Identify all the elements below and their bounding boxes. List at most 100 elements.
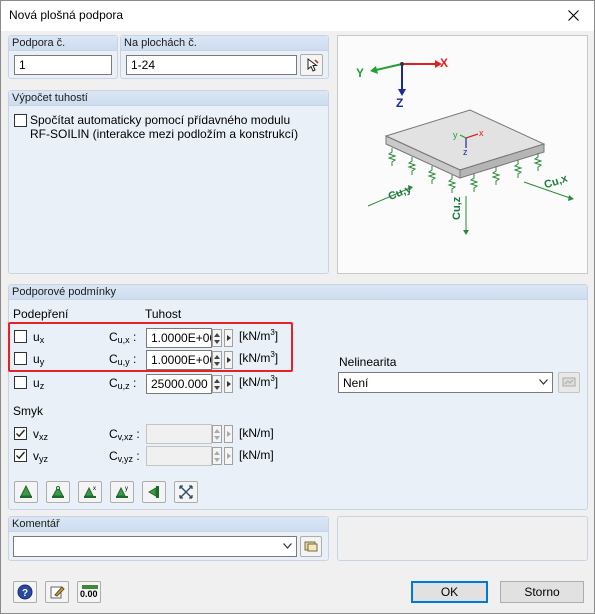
support-number-group: Podpora č. 1 — [8, 35, 118, 79]
cuz-arrow-button[interactable] — [224, 375, 233, 393]
title-bar: Nová plošná podpora — [1, 1, 594, 31]
cuz-stiffness-input[interactable]: 25000.000 — [146, 374, 212, 394]
uz-label: uz — [33, 376, 45, 391]
cvxz-stiffness-input[interactable] — [146, 424, 212, 444]
ux-label: ux — [33, 330, 45, 345]
hinged-support-icon — [52, 485, 64, 498]
free-support-icon — [179, 485, 193, 499]
decimal-places-text: 0.00 — [80, 589, 98, 599]
cux-spinner[interactable] — [212, 329, 222, 347]
stiffness-column-header: Tuhost — [145, 307, 182, 321]
cux-unit: [kN/m3] — [239, 328, 279, 343]
cvyz-spinner[interactable] — [212, 447, 222, 465]
uy-label: uy — [33, 352, 45, 367]
cvyz-stiffness-input[interactable] — [146, 446, 212, 466]
edit-nonlinearity-icon — [562, 377, 576, 387]
comment-input[interactable] — [13, 536, 297, 557]
cvxz-spinner[interactable] — [212, 425, 222, 443]
uz-checkbox[interactable] — [14, 376, 27, 389]
vyz-label: vyz — [33, 449, 48, 464]
window-title: Nová plošná podpora — [9, 8, 124, 22]
help-button[interactable]: ? — [13, 581, 37, 603]
fixed-support-preset-button[interactable] — [14, 481, 38, 503]
support-conditions-group: Podporové podmínky Podepření Tuhost ux C… — [8, 284, 588, 510]
local-y-label: y — [453, 130, 458, 140]
wall-support-preset-button[interactable] — [142, 481, 166, 503]
close-button[interactable] — [554, 1, 594, 31]
sliding-x-support-icon: x — [84, 486, 96, 498]
cvxz-unit: [kN/m] — [239, 426, 274, 440]
pointer-pick-icon — [307, 57, 319, 72]
comment-label: Komentář — [12, 518, 60, 530]
edit-pencil-icon — [50, 586, 65, 599]
cuy-spinner[interactable] — [212, 351, 222, 369]
rf-soilin-line1: Spočítat automaticky pomocí přídavného m… — [30, 113, 291, 127]
cuy-arrow-button[interactable] — [224, 351, 233, 369]
decimal-places-button[interactable]: 0.00 — [77, 581, 101, 603]
svg-text:y: y — [125, 486, 128, 492]
cuz-coef-label: Cu,z : — [109, 376, 137, 391]
axis-z-label: Z — [396, 96, 404, 110]
axis-x-label: X — [440, 56, 449, 70]
cuy-unit: [kN/m3] — [239, 350, 279, 365]
rf-soilin-checkbox[interactable] — [14, 114, 27, 127]
on-surfaces-input[interactable]: 1-24 — [126, 55, 297, 75]
ux-checkbox[interactable] — [14, 330, 27, 343]
hinged-support-preset-button[interactable] — [46, 481, 70, 503]
stiffness-calc-label: Výpočet tuhostí — [12, 92, 88, 104]
dialog-window: Nová plošná podpora Podpora č. 1 Na ploc… — [0, 0, 595, 614]
support-diagram: Y X Z y x z Cu,y Cu,x Cu,z — [337, 35, 588, 274]
vxz-label: vxz — [33, 427, 48, 442]
chevron-down-icon — [539, 379, 548, 385]
comment-library-button[interactable] — [300, 536, 322, 557]
cux-arrow-button[interactable] — [224, 329, 233, 347]
local-z-label: z — [463, 147, 468, 157]
cux-coef-label: Cu,x : — [109, 330, 137, 345]
free-support-preset-button[interactable] — [174, 481, 198, 503]
cuy-stiffness-input[interactable]: 1.0000E+06 — [146, 350, 212, 370]
pick-surfaces-button[interactable] — [300, 54, 323, 76]
cuz-spinner[interactable] — [212, 375, 222, 393]
cvxz-coef-label: Cv,xz : — [109, 427, 140, 442]
cvyz-arrow-button[interactable] — [224, 447, 233, 465]
vxz-checkbox[interactable] — [14, 427, 27, 440]
cuy-coef-label: Cu,y : — [109, 352, 137, 367]
svg-text:?: ? — [22, 588, 28, 599]
sliding-y-preset-button[interactable]: y — [110, 481, 134, 503]
rf-soilin-line2: RF-SOILIN (interakce mezi podložím a kon… — [30, 127, 299, 141]
wall-support-icon — [147, 486, 159, 498]
cux-stiffness-input[interactable]: 1.0000E+06 — [146, 328, 212, 348]
uy-checkbox[interactable] — [14, 352, 27, 365]
support-number-label: Podpora č. — [12, 37, 66, 49]
edit-button[interactable] — [45, 581, 69, 603]
axis-y-label: Y — [356, 66, 365, 80]
sliding-y-support-icon: y — [116, 486, 128, 498]
comment-side-panel — [337, 516, 588, 561]
checkmark-icon — [16, 429, 26, 438]
nonlinearity-edit-button[interactable] — [558, 372, 580, 393]
vyz-checkbox[interactable] — [14, 449, 27, 462]
sliding-x-preset-button[interactable]: x — [78, 481, 102, 503]
stiffness-calc-group: Výpočet tuhostí Spočítat automaticky pom… — [8, 90, 329, 274]
help-icon: ? — [17, 584, 33, 600]
close-icon — [568, 10, 579, 21]
nonlinearity-label: Nelinearita — [339, 355, 397, 369]
ok-button[interactable]: OK — [411, 581, 488, 603]
support-number-input[interactable]: 1 — [14, 55, 112, 75]
on-surfaces-label: Na plochách č. — [124, 37, 197, 49]
support-conditions-label: Podporové podmínky — [12, 286, 116, 298]
fixed-support-icon — [20, 484, 32, 498]
checkmark-icon — [16, 451, 26, 460]
cvxz-arrow-button[interactable] — [224, 425, 233, 443]
cvyz-unit: [kN/m] — [239, 448, 274, 462]
nonlinearity-value: Není — [343, 376, 369, 390]
comment-library-icon — [304, 541, 318, 552]
chevron-down-icon — [283, 543, 292, 549]
on-surfaces-group: Na plochách č. 1-24 — [120, 35, 329, 79]
cvyz-coef-label: Cv,yz : — [109, 449, 140, 464]
support-column-header: Podepření — [13, 307, 69, 321]
cuz-unit: [kN/m3] — [239, 374, 279, 389]
shear-label: Smyk — [13, 404, 43, 418]
cancel-button[interactable]: Storno — [500, 581, 584, 603]
nonlinearity-select[interactable]: Není — [338, 372, 553, 393]
